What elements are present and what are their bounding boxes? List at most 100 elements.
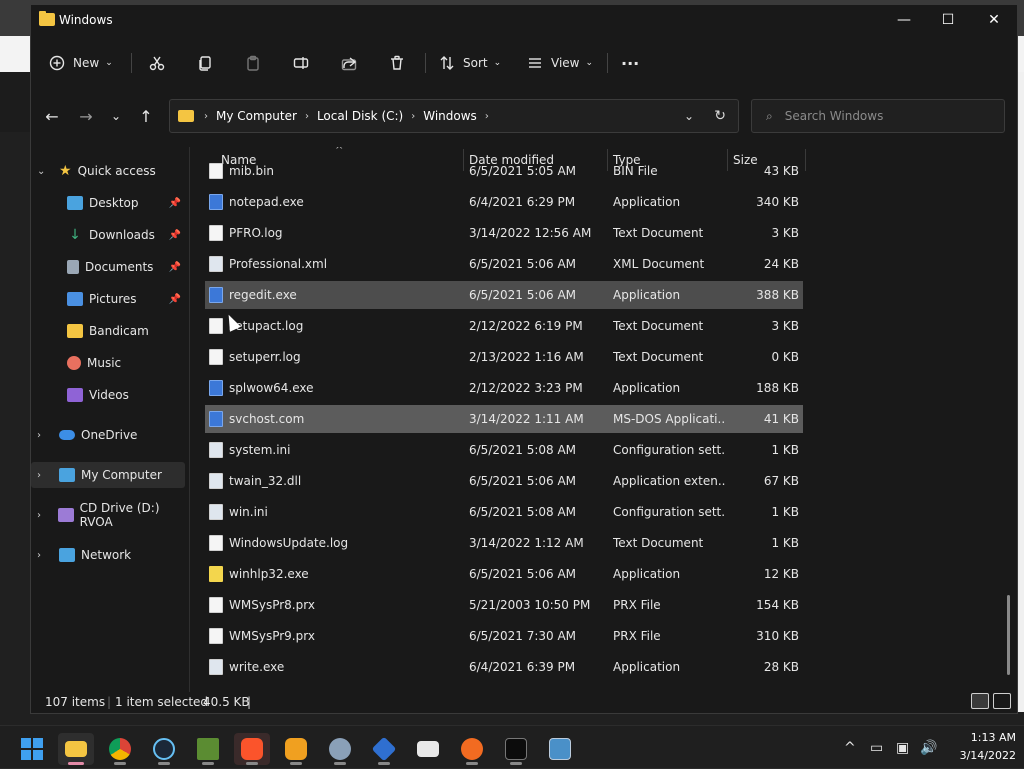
sidebar-item-onedrive[interactable]: › OneDrive bbox=[31, 422, 185, 448]
minimize-button[interactable]: — bbox=[881, 5, 927, 35]
breadcrumb-local-disk[interactable]: Local Disk (C:) bbox=[317, 109, 403, 123]
volume-icon[interactable]: 🔊 bbox=[920, 726, 937, 769]
item-count: 107 items bbox=[45, 695, 106, 709]
taskbar-box-app[interactable] bbox=[366, 733, 402, 765]
chevron-right-icon: › bbox=[37, 429, 41, 441]
tablet-icon[interactable]: ▭ bbox=[870, 726, 883, 769]
file-row[interactable]: splwow64.exe 2/12/2022 3:23 PM Application… bbox=[205, 374, 803, 402]
view-button[interactable]: View ⌄ bbox=[527, 45, 593, 81]
clock[interactable]: 1:13 AM 3/14/2022 bbox=[940, 729, 1016, 765]
rename-button[interactable] bbox=[293, 45, 309, 81]
vertical-scrollbar[interactable] bbox=[1007, 145, 1011, 685]
star-icon: ★ bbox=[59, 163, 72, 179]
file-row[interactable]: system.ini 6/5/2021 5:08 AM Configuration … bbox=[205, 436, 803, 464]
sidebar-item-desktop[interactable]: Desktop 📌 bbox=[31, 190, 185, 216]
start-button[interactable] bbox=[14, 733, 50, 765]
file-type: Text Document bbox=[613, 350, 704, 364]
file-row[interactable]: win.ini 6/5/2021 5:08 AM Configuration set… bbox=[205, 498, 803, 526]
regedit-icon bbox=[209, 287, 223, 303]
file-date: 6/4/2021 6:29 PM bbox=[469, 195, 576, 209]
sidebar-item-label: Pictures bbox=[89, 292, 137, 306]
taskbar-terminal[interactable] bbox=[498, 733, 534, 765]
breadcrumb-windows[interactable]: Windows bbox=[423, 109, 477, 123]
file-date: 6/5/2021 7:30 AM bbox=[469, 629, 577, 643]
scrollbar-thumb[interactable] bbox=[1007, 595, 1010, 675]
sidebar-item-pictures[interactable]: Pictures 📌 bbox=[31, 286, 185, 312]
tiles-view-button[interactable] bbox=[993, 693, 1011, 709]
file-row[interactable]: write.exe 6/4/2021 6:39 PM Application 28 K… bbox=[205, 653, 803, 681]
sidebar-item-downloads[interactable]: ↓ Downloads 📌 bbox=[31, 222, 185, 248]
taskbar-folder-app[interactable] bbox=[410, 733, 446, 765]
show-hidden-icons-button[interactable]: ^ bbox=[844, 726, 856, 769]
sidebar-item-my-computer[interactable]: › My Computer bbox=[31, 462, 185, 488]
file-row[interactable]: svchost.com 3/14/2022 1:11 AM MS-DOS Appli… bbox=[205, 405, 803, 433]
cut-button[interactable] bbox=[149, 45, 165, 81]
file-row[interactable]: PFRO.log 3/14/2022 12:56 AM Text Document 3… bbox=[205, 219, 803, 247]
taskbar-file-explorer[interactable] bbox=[58, 733, 94, 765]
taskbar-brave[interactable] bbox=[234, 733, 270, 765]
address-history-icon[interactable]: ⌄ bbox=[684, 109, 694, 123]
network-status-icon[interactable]: ▣ bbox=[896, 726, 909, 769]
sidebar-item-network[interactable]: › Network bbox=[31, 542, 185, 568]
pin-icon: 📌 bbox=[168, 197, 181, 209]
search-box[interactable]: ⌕ Search Windows bbox=[751, 99, 1005, 133]
file-date: 6/5/2021 5:05 AM bbox=[469, 164, 577, 178]
details-view-button[interactable] bbox=[971, 693, 989, 709]
sidebar-item-documents[interactable]: Documents 📌 bbox=[31, 254, 185, 280]
close-button[interactable]: ✕ bbox=[971, 5, 1017, 35]
address-bar[interactable]: › My Computer › Local Disk (C:) › Window… bbox=[169, 99, 739, 133]
sidebar-item-quick-access[interactable]: ⌄ ★ Quick access bbox=[31, 158, 185, 184]
sidebar-item-bandicam[interactable]: Bandicam bbox=[31, 318, 185, 344]
box-icon bbox=[371, 736, 397, 762]
file-row[interactable]: WMSysPr8.prx 5/21/2003 10:50 PM PRX File 15… bbox=[205, 591, 803, 619]
file-name: Professional.xml bbox=[229, 257, 328, 271]
file-row[interactable]: twain_32.dll 6/5/2021 5:06 AM Application … bbox=[205, 467, 803, 495]
file-row[interactable]: WindowsUpdate.log 3/14/2022 1:12 AM Text D… bbox=[205, 529, 803, 557]
window-title: Windows bbox=[59, 13, 113, 27]
taskbar-minecraft[interactable] bbox=[190, 733, 226, 765]
chevron-right-icon: › bbox=[37, 509, 41, 521]
file-row[interactable]: mib.bin 6/5/2021 5:05 AM BIN File 43 KB bbox=[205, 157, 803, 185]
refresh-icon[interactable]: ↻ bbox=[714, 108, 726, 124]
sidebar-item-label: My Computer bbox=[81, 468, 162, 482]
file-row[interactable]: setupact.log 2/12/2022 6:19 PM Text Docume… bbox=[205, 312, 803, 340]
sidebar-item-videos[interactable]: Videos bbox=[31, 382, 185, 408]
new-button[interactable]: New ⌄ bbox=[49, 45, 113, 81]
sidebar-item-music[interactable]: Music bbox=[31, 350, 185, 376]
file-row[interactable]: winhlp32.exe 6/5/2021 5:06 AM Application 1… bbox=[205, 560, 803, 588]
forward-arrow-icon[interactable]: → bbox=[71, 99, 101, 133]
maximize-button[interactable]: ☐ bbox=[925, 5, 971, 35]
cd-drive-icon bbox=[57, 508, 74, 522]
paste-button[interactable] bbox=[245, 45, 261, 81]
breadcrumb-my-computer[interactable]: My Computer bbox=[216, 109, 297, 123]
sort-button[interactable]: Sort ⌄ bbox=[439, 45, 501, 81]
taskbar-settings[interactable] bbox=[322, 733, 358, 765]
running-indicator bbox=[510, 762, 522, 765]
clock-date: 3/14/2022 bbox=[959, 749, 1016, 762]
recent-locations-icon[interactable]: ⌄ bbox=[101, 99, 131, 133]
file-row[interactable]: notepad.exe 6/4/2021 6:29 PM Application 34… bbox=[205, 188, 803, 216]
delete-button[interactable] bbox=[389, 45, 405, 81]
share-button[interactable] bbox=[341, 45, 357, 81]
file-row[interactable]: regedit.exe 6/5/2021 5:06 AM Application 38… bbox=[205, 281, 803, 309]
taskbar-brave-beta[interactable] bbox=[278, 733, 314, 765]
chevron-right-icon: › bbox=[37, 549, 41, 561]
taskbar-orange-app[interactable] bbox=[454, 733, 490, 765]
file-icon bbox=[209, 349, 223, 365]
taskbar-chrome[interactable] bbox=[102, 733, 138, 765]
column-divider[interactable] bbox=[805, 149, 806, 171]
sidebar-item-cd-drive[interactable]: › CD Drive (D:) RVOA bbox=[31, 501, 185, 529]
file-row[interactable]: Professional.xml 6/5/2021 5:06 AM XML Docu… bbox=[205, 250, 803, 278]
more-options-button[interactable]: ··· bbox=[621, 45, 639, 81]
back-arrow-icon[interactable]: ← bbox=[37, 99, 67, 133]
taskbar-steam[interactable] bbox=[146, 733, 182, 765]
file-type: Application exten... bbox=[613, 474, 725, 488]
file-name-cell: setupact.log bbox=[209, 312, 461, 340]
taskbar-monitor-app[interactable] bbox=[542, 733, 578, 765]
file-row[interactable]: WMSysPr9.prx 6/5/2021 7:30 AM PRX File 310 … bbox=[205, 622, 803, 650]
status-bar: 107 items | 1 item selected 40.5 KB | bbox=[31, 691, 1017, 713]
documents-icon bbox=[67, 260, 79, 274]
up-arrow-icon[interactable]: ↑ bbox=[131, 99, 161, 133]
file-row[interactable]: setuperr.log 2/13/2022 1:16 AM Text Docume… bbox=[205, 343, 803, 371]
copy-button[interactable] bbox=[197, 45, 213, 81]
